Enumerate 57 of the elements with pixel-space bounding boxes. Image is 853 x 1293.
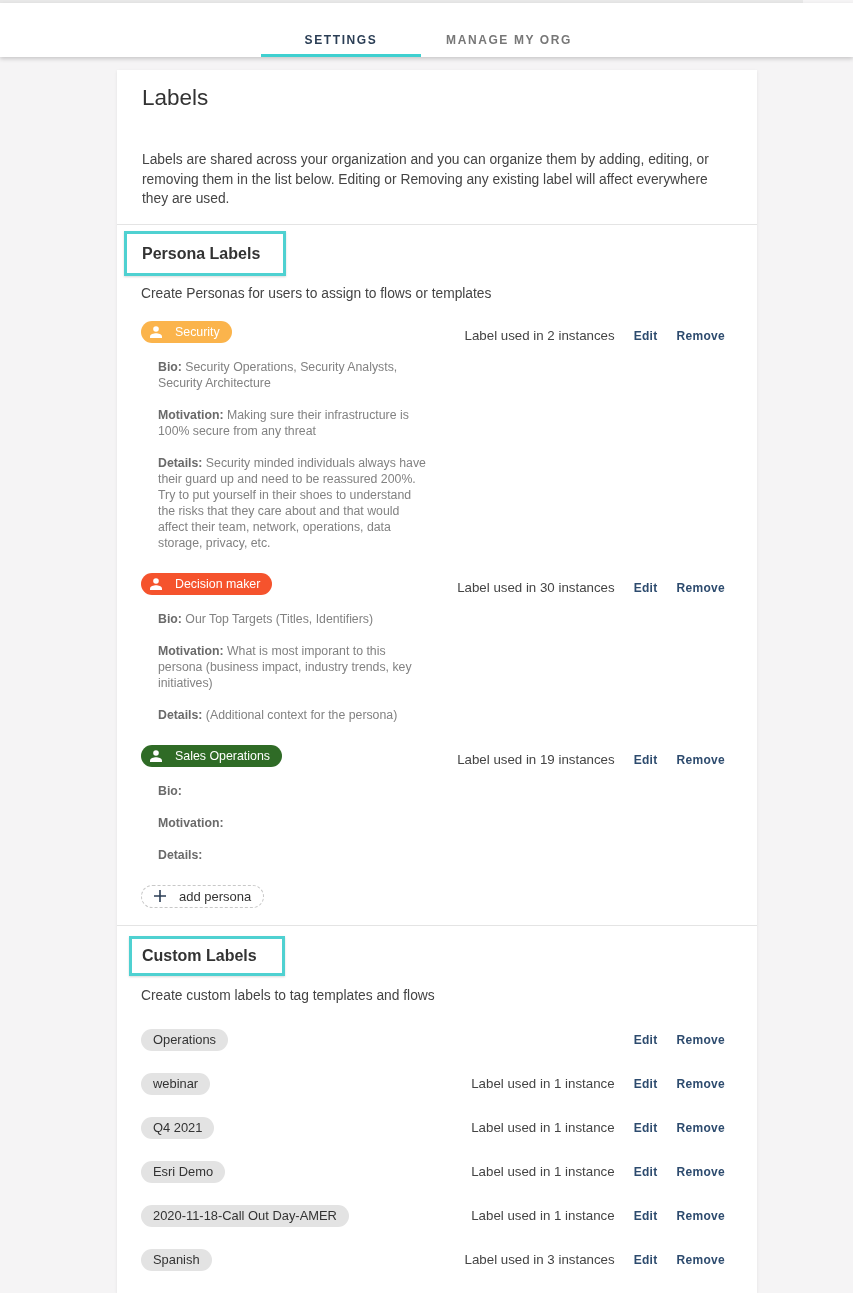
label-tag: webinar xyxy=(141,1072,211,1095)
edit-link[interactable]: Edit xyxy=(633,1117,658,1138)
persona-field: Motivation: Making sure their infrastructure is 100% secure from any threat xyxy=(158,406,428,439)
usage-count: Label used in 19 instances xyxy=(457,750,615,769)
persona-name: Security xyxy=(175,323,220,340)
persona-field: Details: Security minded individuals always have their guard up and need to be reassured 200%. Try to put yourself in their shoes to understand the risks that they care about and that would affect their team, network, operations, data storage, privacy, etc. xyxy=(158,454,428,551)
remove-link[interactable]: Remove xyxy=(676,1073,725,1094)
usage-count: Label used in 1 instance xyxy=(471,1074,615,1093)
persona-field: Bio: Security Operations, Security Analysts, Security Architecture xyxy=(158,358,428,391)
label-tag: Spanish xyxy=(141,1248,212,1271)
usage-count: Label used in 2 instances xyxy=(464,326,615,345)
label-tag: Q4 2021 xyxy=(141,1116,215,1139)
usage-count: Label used in 1 instance xyxy=(471,1118,615,1137)
section-heading: Persona Labels xyxy=(124,230,287,276)
persona-field: Bio: xyxy=(158,782,428,799)
usage-count: Label used in 1 instance xyxy=(471,1206,615,1225)
section-subtitle: Create custom labels to tag templates and flows xyxy=(141,986,436,1005)
label-tag: Esri Demo xyxy=(141,1160,226,1183)
person-icon xyxy=(150,325,162,338)
remove-link[interactable]: Remove xyxy=(676,1029,725,1050)
remove-link[interactable]: Remove xyxy=(676,749,725,770)
remove-link[interactable]: Remove xyxy=(676,1205,725,1226)
description-text: Labels are shared across your organization and you can organize them by adding, editing, or removing them in the list below. Editing or Removing any existing label will affect everywhere they are used. xyxy=(142,151,710,208)
remove-link[interactable]: Remove xyxy=(676,1161,725,1182)
remove-link[interactable]: Remove xyxy=(676,325,725,346)
persona-name: Sales Operations xyxy=(175,747,271,764)
edit-link[interactable]: Edit xyxy=(633,1073,658,1094)
label-tag: 2020-11-18-Call Out Day-AMER xyxy=(141,1204,349,1227)
usage-count: Label used in 1 instance xyxy=(471,1162,615,1181)
remove-link[interactable]: Remove xyxy=(676,1249,725,1270)
add-persona-button[interactable]: add persona xyxy=(141,884,265,908)
usage-count: Label used in 3 instances xyxy=(464,1250,615,1269)
remove-link[interactable]: Remove xyxy=(676,1117,725,1138)
persona-field: Details: xyxy=(158,846,428,863)
nav-tab[interactable]: MANAGE MY ORG xyxy=(429,3,589,57)
usage-count: Label used in 30 instances xyxy=(457,578,615,597)
edit-link[interactable]: Edit xyxy=(633,749,658,770)
persona-field: Bio: Our Top Targets (Titles, Identifiers) xyxy=(158,610,428,627)
persona-field: Details: (Additional context for the persona) xyxy=(158,706,428,723)
persona-field: Motivation: xyxy=(158,814,428,831)
edit-link[interactable]: Edit xyxy=(633,325,658,346)
person-icon xyxy=(150,749,162,762)
plus-icon xyxy=(154,890,166,902)
edit-link[interactable]: Edit xyxy=(633,1205,658,1226)
persona-field: Motivation: What is most imporant to this persona (business impact, industry trends, key initiatives) xyxy=(158,642,428,691)
edit-link[interactable]: Edit xyxy=(633,1161,658,1182)
edit-link[interactable]: Edit xyxy=(633,1249,658,1270)
person-icon xyxy=(150,577,162,590)
edit-link[interactable]: Edit xyxy=(633,1029,658,1050)
section-subtitle: Create Personas for users to assign to flows or templates xyxy=(141,284,493,303)
label-tag: Operations xyxy=(141,1028,229,1051)
section-heading: Custom Labels xyxy=(129,935,285,976)
edit-link[interactable]: Edit xyxy=(633,577,658,598)
remove-link[interactable]: Remove xyxy=(676,577,725,598)
nav-tab[interactable]: SETTINGS xyxy=(261,3,421,57)
page-title: Labels xyxy=(142,84,210,112)
persona-name: Decision maker xyxy=(175,575,261,592)
